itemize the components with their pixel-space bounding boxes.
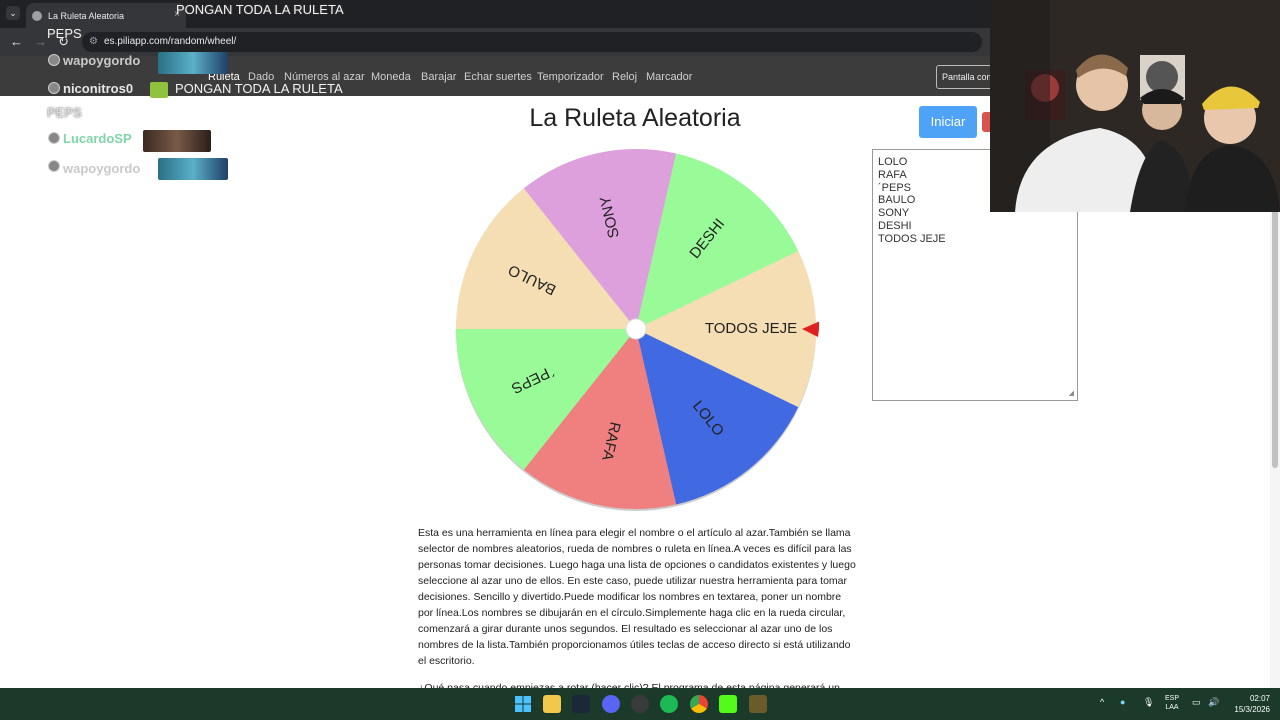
chat-username: LucardoSP	[63, 131, 132, 146]
tab-title: La Ruleta Aleatoria	[48, 11, 125, 21]
resize-handle-icon[interactable]: ◢	[1069, 389, 1074, 397]
lang-top: ESP	[1164, 695, 1179, 702]
discord-icon[interactable]	[602, 695, 620, 713]
page-title: La Ruleta Aleatoria	[529, 104, 741, 132]
chat-avatar	[48, 54, 60, 66]
start-icon[interactable]	[514, 695, 532, 713]
roulette-wheel[interactable]: TODOS JEJELOLORAFA´PEPSBAULOSONY DESHI	[453, 146, 819, 512]
name-line: DESHI	[878, 219, 912, 232]
tray-app-icon[interactable]: ●	[1120, 698, 1125, 707]
chat-emote	[150, 82, 168, 98]
lang-bottom: LAA	[1165, 704, 1179, 711]
webcam-image	[990, 0, 1280, 212]
screen: ⌄ La Ruleta Aleatoria × ← → ↻ ⚙ es.pilia…	[0, 0, 1280, 720]
taskbar: ^ ● 🎙 ESP LAA ▭ 🔊 02:07 15/3/2026	[0, 688, 1280, 720]
steam-icon[interactable]	[572, 695, 590, 713]
chat-username: wapoygordo	[63, 53, 141, 68]
microphone-icon[interactable]: 🎙	[1143, 698, 1154, 707]
file-explorer-icon[interactable]	[543, 695, 561, 713]
chat-message: PONGAN TODA LA RULETA	[175, 81, 343, 96]
chat-username: niconitros0	[63, 81, 134, 96]
kick-icon[interactable]	[719, 695, 737, 713]
volume-icon[interactable]: 🔊	[1208, 698, 1219, 707]
nav-echar-suertes[interactable]: Echar suertes	[464, 71, 532, 83]
chat-avatar	[48, 82, 60, 94]
clock[interactable]: 02:07 15/3/2026	[1228, 693, 1270, 715]
description-text: Esta es una herramienta en línea para el…	[418, 527, 856, 667]
chat-emote	[158, 52, 228, 74]
forward-icon[interactable]: →	[34, 34, 47, 49]
favicon-icon	[32, 11, 42, 21]
spotify-icon[interactable]	[660, 695, 678, 713]
chat-emote	[143, 130, 211, 152]
site-info-icon[interactable]: ⚙	[89, 36, 98, 47]
nav-moneda[interactable]: Moneda	[371, 71, 411, 83]
language-indicator[interactable]: ESP LAA	[1162, 694, 1182, 712]
app-icon[interactable]	[631, 695, 649, 713]
webcam-overlay	[990, 0, 1280, 212]
tray-chevron-icon[interactable]: ^	[1100, 698, 1104, 707]
nav-barajar[interactable]: Barajar	[421, 71, 456, 83]
network-icon[interactable]: ▭	[1192, 698, 1201, 707]
wheel-center-icon	[625, 318, 647, 340]
app-icon[interactable]	[749, 695, 767, 713]
url-text: es.piliapp.com/random/wheel/	[104, 36, 237, 47]
wheel-segment-label: TODOS JEJE	[705, 320, 797, 337]
chat-avatar	[48, 160, 60, 172]
clock-date: 15/3/2026	[1234, 705, 1270, 714]
chat-message: PEPS	[47, 105, 82, 120]
start-button[interactable]: Iniciar	[919, 106, 977, 138]
back-icon[interactable]: ←	[10, 34, 23, 49]
chat-avatar	[48, 132, 60, 144]
chat-message: PEPS	[47, 26, 82, 41]
nav-reloj[interactable]: Reloj	[612, 71, 637, 83]
chat-username: wapoygordo	[63, 161, 141, 176]
name-line: TODOS JEJE	[878, 232, 946, 245]
fullscreen-button[interactable]: Pantalla completa	[936, 65, 996, 89]
chat-emote	[158, 158, 228, 180]
browser-tab[interactable]: La Ruleta Aleatoria ×	[26, 3, 186, 28]
nav-temporizador[interactable]: Temporizador	[537, 71, 604, 83]
description-cut-text: ¿Qué pasa cuando empiezas a rotar (hacer…	[418, 682, 840, 688]
clock-time: 02:07	[1249, 694, 1270, 703]
url-field[interactable]: ⚙ es.piliapp.com/random/wheel/	[82, 32, 982, 52]
chrome-icon[interactable]	[690, 695, 708, 713]
chat-partial-message: PONGAN TODA LA RULETA	[176, 2, 344, 17]
nav-marcador[interactable]: Marcador	[646, 71, 692, 83]
tab-search-icon[interactable]: ⌄	[6, 6, 20, 20]
